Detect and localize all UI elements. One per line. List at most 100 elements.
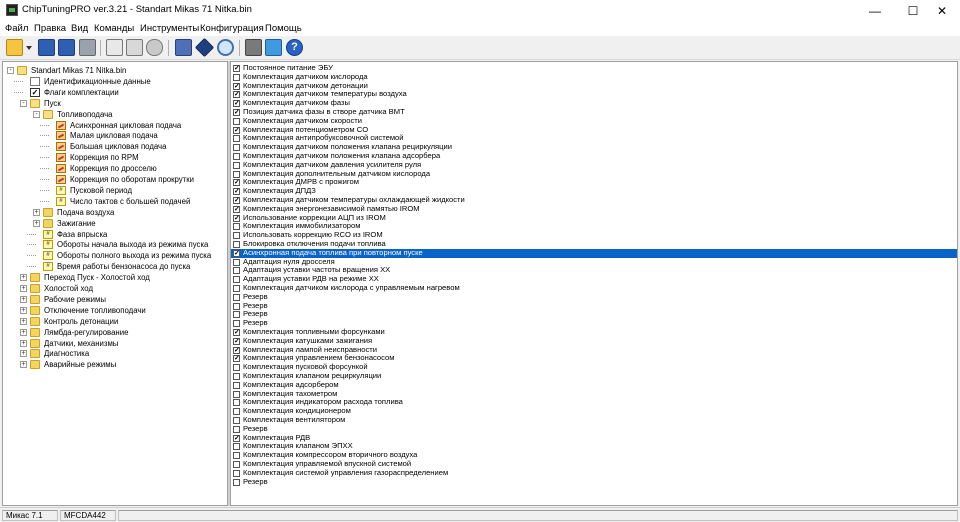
- flag-checkbox[interactable]: [233, 117, 240, 125]
- flag-checkbox[interactable]: ✓: [233, 197, 240, 204]
- flag-checkbox[interactable]: ✓: [233, 337, 240, 345]
- flag-checkbox[interactable]: [233, 285, 240, 292]
- flag-checkbox[interactable]: [233, 478, 240, 486]
- flag-checkbox[interactable]: ✓: [233, 214, 240, 222]
- dropdown-arrow-icon[interactable]: [25, 39, 33, 56]
- expand-toggle-icon[interactable]: +: [20, 317, 27, 325]
- flag-checkbox[interactable]: [233, 381, 240, 389]
- flag-row[interactable]: Комплектация датчиком кислорода с управл…: [231, 283, 957, 293]
- open-icon[interactable]: [6, 39, 23, 56]
- flag-checkbox[interactable]: [233, 399, 240, 407]
- flag-checkbox[interactable]: ✓: [233, 329, 240, 336]
- flag-checkbox[interactable]: [233, 373, 240, 380]
- menu-file[interactable]: Файл: [5, 23, 28, 34]
- flag-row[interactable]: Резерв: [231, 292, 957, 302]
- flag-row[interactable]: Резерв: [231, 310, 957, 319]
- flag-row[interactable]: ✓ Асинхронная подача топлива при повторно…: [231, 248, 957, 258]
- flag-checkbox[interactable]: [233, 258, 240, 266]
- flag-checkbox[interactable]: ✓: [233, 346, 240, 354]
- flag-checkbox[interactable]: ✓: [233, 91, 240, 99]
- flag-row[interactable]: ✓ Комплектация ДМРВ с прожигом: [231, 178, 957, 187]
- expand-toggle-icon[interactable]: +: [20, 339, 27, 347]
- undo-icon[interactable]: [146, 39, 163, 56]
- tree-item[interactable]: Малая цикловая подача: [3, 130, 227, 141]
- flag-checkbox[interactable]: [233, 276, 240, 284]
- flag-checkbox[interactable]: [233, 364, 240, 372]
- tree-item[interactable]: + Диагностика: [3, 348, 227, 359]
- flag-checkbox[interactable]: [233, 267, 240, 275]
- flag-checkbox[interactable]: [233, 161, 240, 169]
- tree-item[interactable]: # Время работы бензонасоса до пуска: [3, 261, 227, 272]
- flag-row[interactable]: Комплектация вентилятором: [231, 415, 957, 425]
- menu-view[interactable]: Вид: [71, 23, 88, 34]
- flag-row[interactable]: Резерв: [231, 477, 957, 487]
- flag-checkbox[interactable]: ✓: [233, 100, 240, 108]
- flag-checkbox[interactable]: [233, 302, 240, 310]
- tree-item[interactable]: # Фаза впрыска: [3, 229, 227, 240]
- expand-toggle-icon[interactable]: +: [33, 219, 40, 227]
- flag-checkbox[interactable]: ✓: [233, 249, 240, 257]
- tree-item[interactable]: - Standart Mikas 71 Nitka.bin: [3, 65, 227, 76]
- tree-item[interactable]: Коррекция по дросселю: [3, 163, 227, 174]
- flag-checkbox[interactable]: [233, 390, 240, 398]
- tree-item[interactable]: + Отключение топливоподачи: [3, 305, 227, 316]
- menu-configuration[interactable]: Конфигурация: [200, 23, 264, 34]
- flag-checkbox[interactable]: ✓: [233, 205, 240, 213]
- save-as-icon[interactable]: [58, 39, 75, 56]
- tree-item[interactable]: + Холостой ход: [3, 283, 227, 294]
- flag-checkbox[interactable]: [233, 417, 240, 424]
- flag-row[interactable]: Резерв: [231, 424, 957, 434]
- help-icon[interactable]: ?: [286, 39, 303, 56]
- menu-tools[interactable]: Инструменты: [140, 23, 199, 34]
- tree-item[interactable]: + Аварийные режимы: [3, 359, 227, 370]
- flag-checkbox[interactable]: [233, 153, 240, 160]
- flag-checkbox[interactable]: ✓: [233, 434, 240, 442]
- monitor-icon[interactable]: [265, 39, 282, 56]
- flag-checkbox[interactable]: [233, 461, 240, 468]
- flag-checkbox[interactable]: [233, 170, 240, 178]
- expand-toggle-icon[interactable]: +: [20, 361, 27, 369]
- tree-item[interactable]: + Переход Пуск - Холостой ход: [3, 272, 227, 283]
- copy-icon[interactable]: [106, 39, 123, 56]
- menu-edit[interactable]: Правка: [34, 23, 66, 34]
- tree-item[interactable]: Большая цикловая подача: [3, 141, 227, 152]
- flag-checkbox[interactable]: [233, 320, 240, 328]
- tree-item[interactable]: # Число тактов с большей подачей: [3, 196, 227, 207]
- flag-checkbox[interactable]: [233, 452, 240, 460]
- tree-view[interactable]: - Standart Mikas 71 Nitka.bin Идентификаци…: [2, 61, 228, 506]
- flag-checkbox[interactable]: ✓: [233, 65, 240, 72]
- tree-item[interactable]: # Пусковой период: [3, 185, 227, 196]
- minimize-button[interactable]: —: [858, 0, 892, 21]
- save-icon[interactable]: [38, 39, 55, 56]
- search-icon[interactable]: [217, 39, 234, 56]
- flag-checkbox[interactable]: [233, 469, 240, 477]
- tree-item[interactable]: ✓ Флаги комплектации: [3, 87, 227, 98]
- paste-icon[interactable]: [126, 39, 143, 56]
- expand-toggle-icon[interactable]: +: [20, 328, 27, 336]
- flag-row[interactable]: Резерв: [231, 301, 957, 311]
- expand-toggle-icon[interactable]: +: [20, 285, 27, 292]
- tree-item[interactable]: Асинхронная цикловая подача: [3, 120, 227, 131]
- collapse-toggle-icon[interactable]: -: [20, 99, 27, 107]
- flag-checkbox[interactable]: ✓: [233, 126, 240, 134]
- flag-checkbox[interactable]: ✓: [233, 355, 240, 363]
- flag-checkbox[interactable]: [233, 408, 240, 416]
- flag-checkbox[interactable]: ✓: [233, 179, 240, 187]
- flag-checkbox[interactable]: [233, 241, 240, 248]
- expand-toggle-icon[interactable]: +: [20, 350, 27, 358]
- flag-checkbox[interactable]: ✓: [233, 188, 240, 196]
- menu-help[interactable]: Помощь: [265, 23, 302, 34]
- flag-checkbox[interactable]: [233, 135, 240, 143]
- flag-checkbox[interactable]: [233, 443, 240, 451]
- tree-item[interactable]: # Обороты начала выхода из режима пуска: [3, 239, 227, 250]
- flag-row[interactable]: Комплектация клапаном рециркуляции: [231, 371, 957, 381]
- flag-checkbox[interactable]: ✓: [233, 82, 240, 90]
- flag-checkbox[interactable]: [233, 425, 240, 433]
- expand-toggle-icon[interactable]: +: [20, 306, 27, 314]
- expand-toggle-icon[interactable]: +: [20, 274, 27, 282]
- flag-checkbox[interactable]: [233, 144, 240, 152]
- expand-toggle-icon[interactable]: +: [20, 295, 27, 303]
- tree-item[interactable]: Идентификационные данные: [3, 76, 227, 87]
- flag-checkbox[interactable]: [233, 232, 240, 240]
- flag-checkbox[interactable]: [233, 293, 240, 301]
